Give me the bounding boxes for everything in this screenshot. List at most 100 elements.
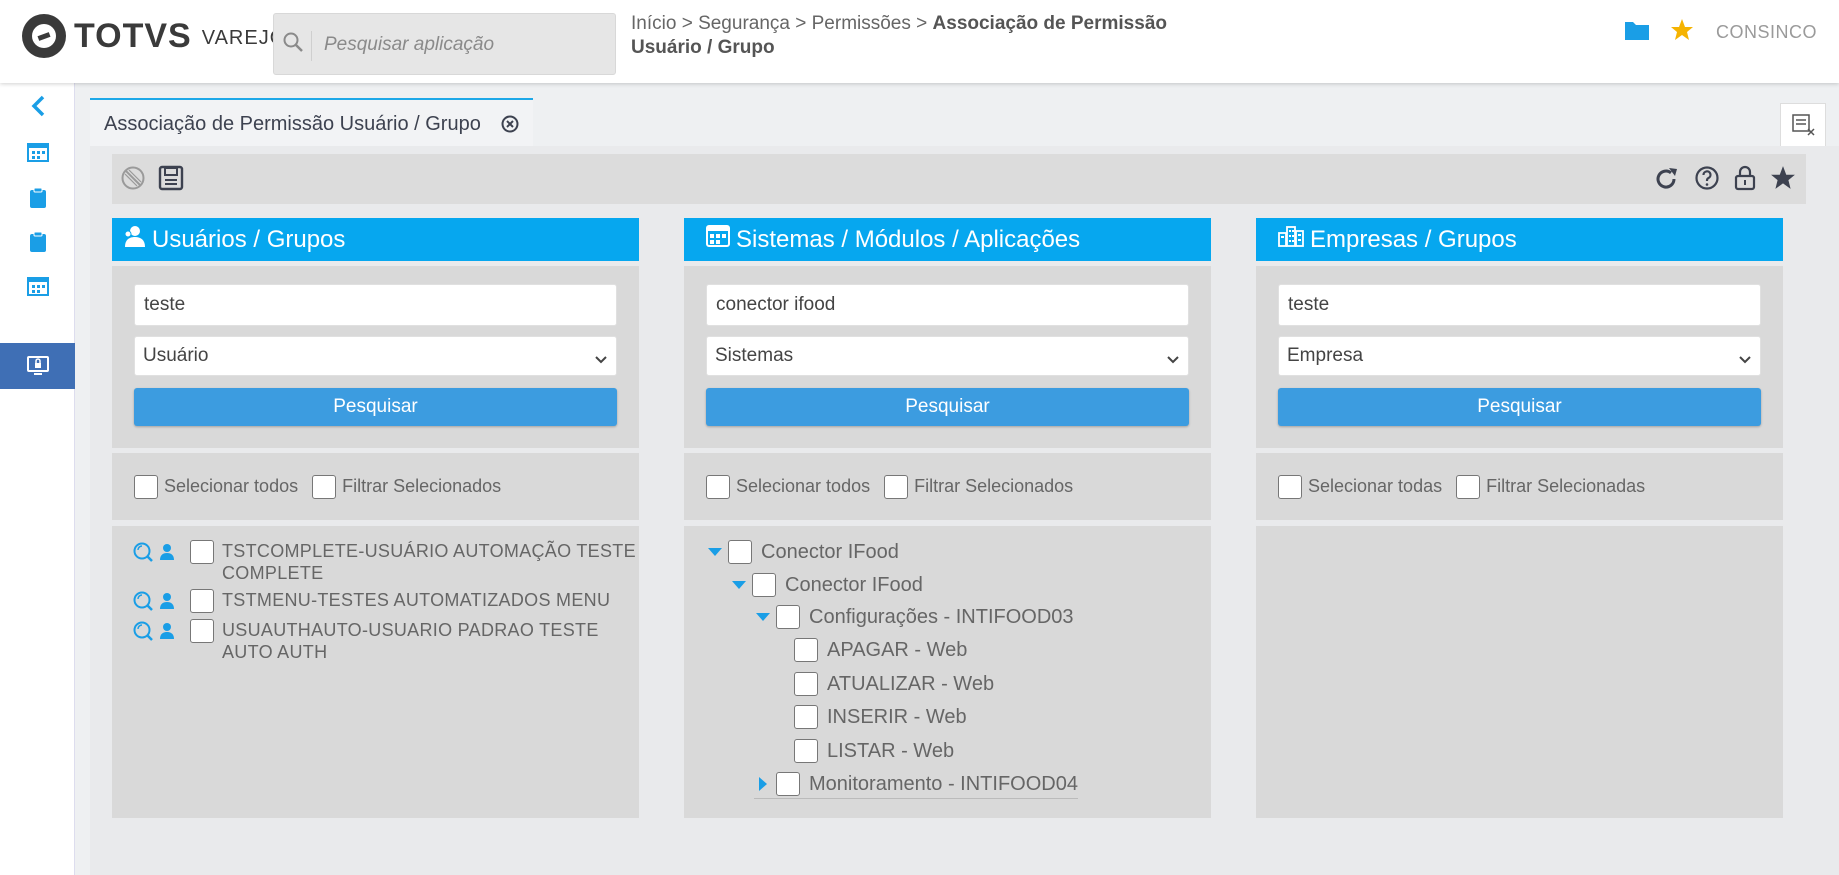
caret-down-icon[interactable] bbox=[706, 543, 724, 561]
companies-search-field[interactable]: teste bbox=[1278, 284, 1761, 326]
caret-down-icon[interactable] bbox=[730, 576, 748, 594]
favorite-star-icon[interactable] bbox=[1770, 165, 1796, 196]
modules-grid-icon bbox=[706, 225, 730, 254]
list-item[interactable]: TSTCOMPLETE-USUÁRIO AUTOMAÇÃO TESTE COMP… bbox=[132, 540, 639, 584]
companies-select-all-label: Selecionar todas bbox=[1308, 476, 1443, 496]
checkbox[interactable] bbox=[794, 705, 818, 729]
checkbox[interactable] bbox=[1456, 474, 1481, 499]
checkbox[interactable] bbox=[190, 589, 214, 613]
totvs-logo[interactable]: TOTVS VAREJO bbox=[22, 14, 286, 58]
checkbox[interactable] bbox=[728, 540, 752, 564]
systems-panel-header: Sistemas / Módulos / Aplicações bbox=[684, 218, 1211, 261]
tree-leaf[interactable]: INSERIR - Web bbox=[794, 705, 967, 729]
search-icon bbox=[282, 31, 312, 61]
users-filter-selected[interactable]: Filtrar Selecionados bbox=[312, 474, 501, 499]
rail-item-clipboard-1[interactable] bbox=[0, 175, 75, 221]
companies-filter-selected[interactable]: Filtrar Selecionadas bbox=[1456, 474, 1645, 499]
side-rail bbox=[0, 83, 75, 875]
close-all-tabs-button[interactable] bbox=[1780, 103, 1826, 147]
checkbox[interactable] bbox=[752, 573, 776, 597]
tree-label: Conector IFood bbox=[761, 540, 899, 563]
search-placeholder: Pesquisar aplicação bbox=[324, 34, 495, 55]
checkbox[interactable] bbox=[1278, 474, 1302, 499]
rail-item-clipboard-2[interactable] bbox=[0, 219, 75, 265]
checkbox[interactable] bbox=[312, 474, 337, 499]
clipboard-icon bbox=[29, 187, 46, 208]
tree-node[interactable]: Configurações - INTIFOOD03 bbox=[754, 605, 1074, 629]
users-type-select[interactable]: Usuário bbox=[134, 336, 617, 376]
tree-node[interactable]: Conector IFood bbox=[730, 573, 923, 597]
systems-select-all-label: Selecionar todos bbox=[736, 476, 871, 496]
checkbox[interactable] bbox=[884, 474, 909, 499]
tree-leaf[interactable]: APAGAR - Web bbox=[794, 638, 967, 662]
caret-right-icon[interactable] bbox=[754, 775, 772, 793]
users-search-button[interactable]: Pesquisar bbox=[134, 388, 617, 426]
user-label: TSTCOMPLETE-USUÁRIO AUTOMAÇÃO TESTE COMP… bbox=[222, 541, 636, 583]
tab-permission-association[interactable]: Associação de Permissão Usuário / Grupo bbox=[90, 98, 533, 146]
search-input[interactable]: Pesquisar aplicação bbox=[273, 13, 616, 75]
collapse-button[interactable] bbox=[0, 83, 75, 129]
tree-leaf[interactable]: ATUALIZAR - Web bbox=[794, 672, 994, 696]
systems-search-field[interactable]: conector ifood bbox=[706, 284, 1189, 326]
users-type-value: Usuário bbox=[143, 345, 209, 366]
close-tab-icon[interactable] bbox=[501, 115, 519, 138]
users-search-field[interactable]: teste bbox=[134, 284, 617, 326]
checkbox[interactable] bbox=[794, 672, 818, 696]
breadcrumb-path[interactable]: Início > Segurança > Permissões > bbox=[631, 13, 933, 34]
user-icon bbox=[159, 540, 186, 564]
users-select-all[interactable]: Selecionar todos bbox=[134, 474, 299, 499]
folder-icon[interactable] bbox=[1624, 19, 1650, 46]
tree-label: Monitoramento - INTIFOOD04 bbox=[809, 772, 1078, 795]
checkbox[interactable] bbox=[794, 638, 818, 662]
save-icon[interactable] bbox=[158, 165, 184, 196]
checkbox[interactable] bbox=[776, 605, 800, 629]
rail-item-calendar-2[interactable] bbox=[0, 263, 75, 309]
search-detail-icon[interactable] bbox=[132, 619, 159, 643]
cancel-icon[interactable] bbox=[120, 165, 146, 196]
systems-type-value: Sistemas bbox=[715, 345, 794, 366]
checkbox[interactable] bbox=[190, 540, 214, 564]
list-item[interactable]: USUAUTHAUTO-USUARIO PADRAO TESTE AUTO AU… bbox=[132, 619, 639, 663]
buildings-icon bbox=[1278, 225, 1304, 254]
checkbox[interactable] bbox=[190, 619, 214, 643]
systems-type-select[interactable]: Sistemas bbox=[706, 336, 1189, 376]
systems-panel: Sistemas / Módulos / Aplicações conector… bbox=[684, 218, 1211, 818]
companies-filters: Selecionar todas Filtrar Selecionadas bbox=[1256, 453, 1783, 520]
users-filters: Selecionar todos Filtrar Selecionados bbox=[112, 453, 639, 520]
tree-node[interactable]: Conector IFood bbox=[706, 540, 899, 564]
checkbox[interactable] bbox=[706, 474, 730, 499]
checkbox[interactable] bbox=[776, 772, 800, 796]
list-item[interactable]: TSTMENU-TESTES AUTOMATIZADOS MENU bbox=[132, 589, 639, 613]
tree-label: Conector IFood bbox=[785, 573, 923, 596]
checkbox[interactable] bbox=[134, 474, 158, 499]
systems-select-all[interactable]: Selecionar todos bbox=[706, 474, 871, 499]
companies-search-button[interactable]: Pesquisar bbox=[1278, 388, 1761, 426]
tree-node[interactable]: Monitoramento - INTIFOOD04 bbox=[754, 772, 1078, 799]
chevron-down-icon bbox=[1738, 349, 1752, 371]
search-detail-icon[interactable] bbox=[132, 540, 159, 564]
caret-down-icon[interactable] bbox=[754, 608, 772, 626]
user-name[interactable]: CONSINCO bbox=[1716, 22, 1817, 43]
tab-label: Associação de Permissão Usuário / Grupo bbox=[104, 113, 481, 135]
users-select-all-label: Selecionar todos bbox=[164, 476, 299, 496]
companies-panel-title: Empresas / Grupos bbox=[1310, 225, 1517, 253]
tree-label: LISTAR - Web bbox=[827, 739, 955, 762]
checkbox[interactable] bbox=[794, 739, 818, 763]
help-icon[interactable] bbox=[1694, 165, 1720, 196]
star-icon[interactable] bbox=[1670, 18, 1694, 47]
systems-search-button[interactable]: Pesquisar bbox=[706, 388, 1189, 426]
breadcrumb: Início > Segurança > Permissões > Associ… bbox=[631, 12, 1231, 60]
lock-icon[interactable] bbox=[1734, 165, 1756, 196]
refresh-icon[interactable] bbox=[1652, 165, 1680, 198]
chevron-down-icon bbox=[1166, 349, 1180, 371]
companies-type-select[interactable]: Empresa bbox=[1278, 336, 1761, 376]
search-detail-icon[interactable] bbox=[132, 589, 159, 613]
companies-select-all[interactable]: Selecionar todas bbox=[1278, 474, 1443, 499]
rail-item-security[interactable] bbox=[0, 343, 75, 389]
tree-leaf[interactable]: LISTAR - Web bbox=[794, 739, 954, 763]
logo-mark-icon bbox=[22, 14, 66, 58]
top-right-actions: CONSINCO bbox=[1624, 18, 1817, 47]
systems-filter-selected[interactable]: Filtrar Selecionados bbox=[884, 474, 1073, 499]
toolbar bbox=[112, 154, 1806, 204]
rail-item-calendar-1[interactable] bbox=[0, 129, 75, 175]
